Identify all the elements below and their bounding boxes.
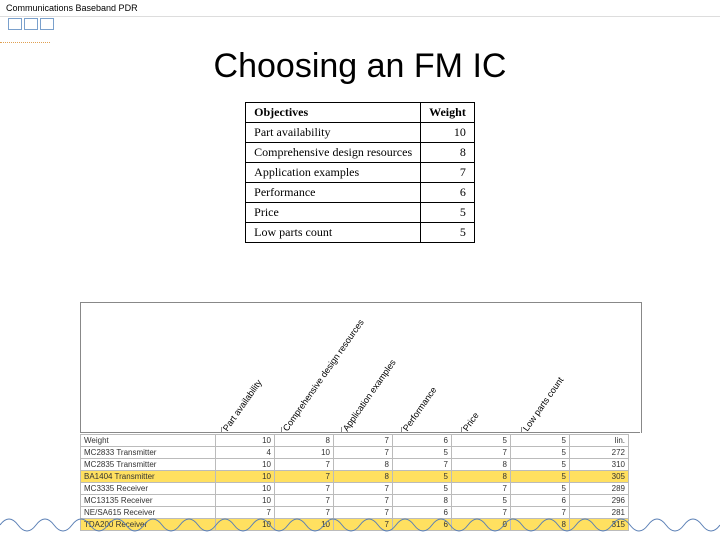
obj-row-label: Part availability [246,123,421,143]
matrix-cell: 310 [570,459,629,471]
obj-row-val: 5 [421,203,475,223]
matrix-row-label: BA1404 Transmitter [81,471,216,483]
matrix-cell: 6 [511,495,570,507]
axis-label: Performance [401,385,439,433]
matrix-cell: 7 [334,447,393,459]
matrix-row-label: MC2833 Transmitter [81,447,216,459]
matrix-cell: 8 [393,495,452,507]
matrix-cell: 8 [334,459,393,471]
matrix-row-label: MC3335 Receiver [81,483,216,495]
objectives-table: Objectives Weight Part availability10 Co… [245,102,475,243]
matrix-cell: 7 [334,495,393,507]
matrix-cell: 10 [275,447,334,459]
matrix-cell: 10 [216,435,275,447]
matrix-cell: 289 [570,483,629,495]
matrix-cell: 8 [275,435,334,447]
matrix-row-label: Weight [81,435,216,447]
matrix-row: MC2835 Transmitter1078785310 [81,459,629,471]
matrix-cell: 7 [452,483,511,495]
obj-row-val: 7 [421,163,475,183]
matrix-cell: 10 [216,483,275,495]
matrix-cell: lin. [570,435,629,447]
weight-header: Weight [421,103,475,123]
matrix-cell: 5 [452,435,511,447]
matrix-cell: 8 [452,459,511,471]
matrix-cell: 10 [216,471,275,483]
obj-row-label: Application examples [246,163,421,183]
matrix-cell: 5 [452,495,511,507]
axis-label: Price [461,410,481,433]
axis-label: Low parts count [521,375,566,433]
matrix-row: MC13135 Receiver1077856296 [81,495,629,507]
matrix-cell: 10 [216,459,275,471]
matrix-cell: 5 [511,435,570,447]
obj-row-label: Performance [246,183,421,203]
matrix-cell: 10 [216,495,275,507]
matrix-cell: 7 [452,447,511,459]
matrix-row: MC2833 Transmitter4107575272 [81,447,629,459]
matrix-cell: 7 [275,483,334,495]
matrix-cell: 305 [570,471,629,483]
axis-label: Application examples [341,358,398,433]
matrix-cell: 4 [216,447,275,459]
page-title: Choosing an FM IC [0,47,720,86]
corner-decoration [0,12,75,40]
matrix-cell: 6 [393,435,452,447]
chart-axis-area: Part availability Comprehensive design r… [80,302,642,433]
matrix-cell: 7 [275,471,334,483]
objectives-header: Objectives [246,103,421,123]
matrix-cell: 272 [570,447,629,459]
matrix-cell: 5 [511,447,570,459]
matrix-cell: 7 [334,435,393,447]
matrix-cell: 8 [452,471,511,483]
obj-row-label: Comprehensive design resources [246,143,421,163]
matrix-cell: 7 [393,459,452,471]
matrix-row: Weight1087655lin. [81,435,629,447]
obj-row-val: 5 [421,223,475,243]
matrix-cell: 5 [393,447,452,459]
matrix-cell: 296 [570,495,629,507]
axis-line [80,432,640,433]
matrix-cell: 7 [275,459,334,471]
matrix-cell: 8 [334,471,393,483]
matrix-cell: 5 [511,459,570,471]
axis-label: Part availability [221,378,264,433]
matrix-row-label: MC13135 Receiver [81,495,216,507]
matrix-row: MC3335 Receiver1077575289 [81,483,629,495]
matrix-cell: 7 [275,495,334,507]
matrix-cell: 7 [334,483,393,495]
matrix-cell: 5 [511,483,570,495]
obj-row-val: 8 [421,143,475,163]
matrix-cell: 5 [393,471,452,483]
header-label: Communications Baseband PDR [0,0,720,17]
matrix-row-label: MC2835 Transmitter [81,459,216,471]
footer-wave-graphic [0,510,720,540]
obj-row-label: Low parts count [246,223,421,243]
matrix-cell: 5 [511,471,570,483]
obj-row-val: 10 [421,123,475,143]
matrix-row: BA1404 Transmitter1078585305 [81,471,629,483]
obj-row-val: 6 [421,183,475,203]
matrix-cell: 5 [393,483,452,495]
obj-row-label: Price [246,203,421,223]
